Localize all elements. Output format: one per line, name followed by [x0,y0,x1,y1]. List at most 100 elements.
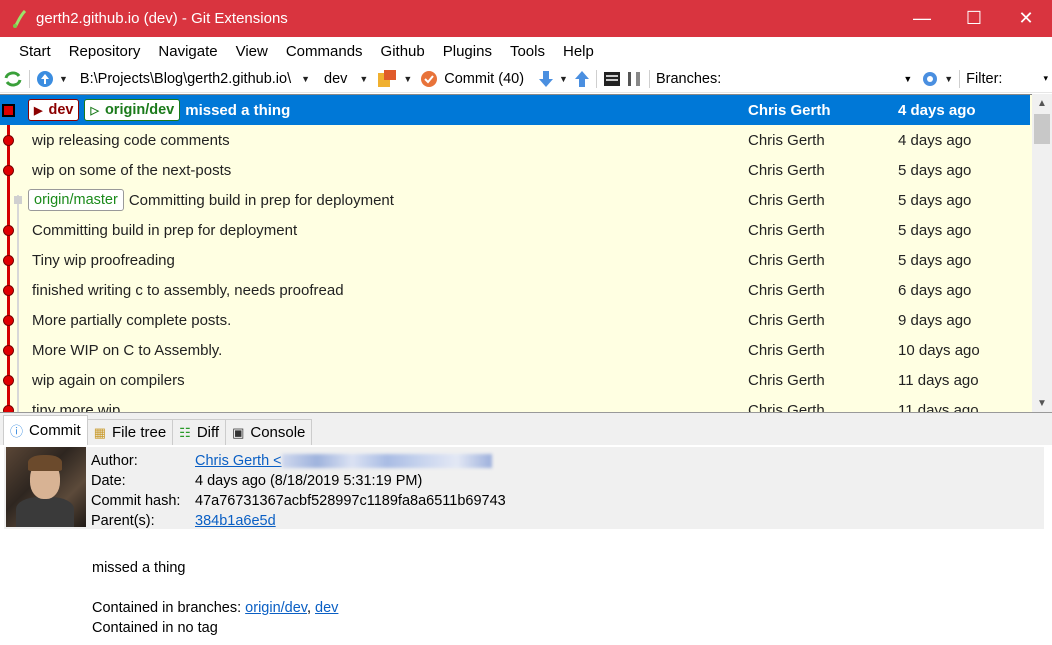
commit-message: Committing build in prep for deployment [32,221,298,239]
commit-author: Chris Gerth [748,341,825,359]
commit-details-panel: Author: Date: Commit hash: Parent(s): Ch… [0,445,1052,645]
tab-console[interactable]: ▣ Console [225,419,313,445]
branches-dropdown[interactable]: ▼ [727,68,914,89]
tab-file-tree[interactable]: ▦ File tree [86,419,174,445]
table-row[interactable]: Tiny wip proofreading Chris Gerth 5 days… [0,245,1030,275]
console-icon: ▣ [232,424,245,440]
scroll-thumb[interactable] [1034,114,1050,144]
commit-message: wip on some of the next-posts [32,161,232,179]
branch-dropdown-icon[interactable]: ▼ [359,74,368,84]
commit-date: 5 days ago [898,221,972,239]
parent-hash-link[interactable]: 384b1a6e5d [195,513,276,529]
menu-repository[interactable]: Repository [69,43,141,60]
commit-author: Chris Gerth [748,251,825,269]
table-row[interactable]: wip again on compilers Chris Gerth 11 da… [0,365,1030,395]
stash-dropdown-icon[interactable]: ▼ [403,74,412,84]
pull-icon[interactable] [36,70,54,88]
author-label: Author: [91,453,138,469]
contained-tags-text: Contained in no tag [92,620,218,636]
commit-node [3,165,14,176]
table-row[interactable]: wip on some of the next-posts Chris Gert… [0,155,1030,185]
pull-down-arrow-icon[interactable] [538,70,554,88]
commit-date: 5 days ago [898,251,972,269]
table-row[interactable]: Committing build in prep for deployment … [0,215,1030,245]
close-button[interactable]: ✕ [1000,0,1052,37]
commit-author: Chris Gerth [748,101,831,119]
table-row[interactable]: wip releasing code comments Chris Gerth … [0,125,1030,155]
commit-date: 10 days ago [898,341,980,359]
commit-author: Chris Gerth [748,161,825,179]
commit-head-marker [2,104,15,117]
contained-branches-label: Contained in branches: [92,600,242,616]
table-row[interactable]: origin/master Committing build in prep f… [0,185,1030,215]
fetch-dropdown-icon[interactable]: ▼ [559,74,568,84]
commit-date: 4 days ago [898,131,972,149]
menu-view[interactable]: View [236,43,268,60]
commit-message: Committing build in prep for deployment [128,191,394,209]
commit-date: 6 days ago [898,281,972,299]
menu-github[interactable]: Github [381,43,425,60]
commit-node [3,255,14,266]
filter-label: Filter: [966,70,1003,87]
date-label: Date: [91,473,126,489]
grid-scrollbar[interactable]: ▲ ▼ [1032,94,1052,412]
commit-date: 5 days ago [898,161,972,179]
branch-tag-origin-master[interactable]: origin/master [28,189,124,211]
maximize-button[interactable]: ☐ [948,0,1000,37]
repository-path-selector[interactable]: B:\Projects\Blog\gerth2.github.io\ [80,71,291,87]
minimize-button[interactable]: — [896,0,948,37]
menu-navigate[interactable]: Navigate [158,43,217,60]
branch-selector[interactable]: dev [324,71,347,87]
commit-node-master [14,196,22,204]
commit-author: Chris Gerth [748,131,825,149]
commit-node [3,375,14,386]
table-row[interactable]: tiny more wip Chris Gerth 11 days ago [0,395,1030,413]
branch-link-dev[interactable]: dev [315,600,338,616]
commit-button[interactable]: Commit (40) [444,71,524,87]
tab-commit[interactable]: ⓘ Commit [3,415,88,445]
hash-label: Commit hash: [91,493,181,509]
revision-grid[interactable]: ▶ dev ▷ origin/dev missed a thing Chris Ge… [0,94,1052,412]
table-row[interactable]: ▶ dev ▷ origin/dev missed a thing Chris Ge… [0,95,1030,125]
menu-commands[interactable]: Commands [286,43,363,60]
git-bash-icon[interactable] [603,71,621,87]
toolbar: ▼ B:\Projects\Blog\gerth2.github.io\ ▼ d… [0,65,1052,93]
head-arrow-icon: ▶ [34,104,43,117]
gear-dropdown-icon[interactable]: ▼ [944,74,953,84]
git-extensions-icon [13,9,27,28]
refresh-icon[interactable] [3,70,23,88]
stash-icon[interactable] [376,69,398,89]
toolbar-overflow-icon[interactable]: ▾ [1043,73,1048,84]
scroll-down-icon[interactable]: ▼ [1032,394,1052,412]
commit-icon[interactable] [420,70,438,88]
scroll-up-icon[interactable]: ▲ [1032,94,1052,112]
commit-date: 5 days ago [898,191,972,209]
menu-bar: Start Repository Navigate View Commands … [0,37,1052,65]
branch-tag-origin-dev[interactable]: ▷ origin/dev [84,99,181,121]
menu-tools[interactable]: Tools [510,43,545,60]
commit-author: Chris Gerth [748,401,825,413]
branch-tag-dev[interactable]: ▶ dev [28,99,80,121]
commit-node [3,285,14,296]
settings-tools-icon[interactable] [625,70,643,88]
push-icon[interactable] [574,70,590,88]
table-row[interactable]: finished writing c to assembly, needs pr… [0,275,1030,305]
window-title: gerth2.github.io (dev) - Git Extensions [36,10,288,27]
table-row[interactable]: More WIP on C to Assembly. Chris Gerth 1… [0,335,1030,365]
commit-message: wip again on compilers [32,371,185,389]
commit-date-value: 4 days ago (8/18/2019 5:31:19 PM) [195,473,423,489]
parents-label: Parent(s): [91,513,155,529]
commit-info-header: Author: Date: Commit hash: Parent(s): Ch… [4,447,1044,529]
tab-diff[interactable]: ☷ Diff [172,419,227,445]
author-link[interactable]: Chris Gerth < [195,453,282,469]
gear-icon[interactable] [921,70,939,88]
menu-help[interactable]: Help [563,43,594,60]
commit-node [3,135,14,146]
path-dropdown-icon[interactable]: ▼ [301,74,310,84]
table-row[interactable]: More partially complete posts. Chris Ger… [0,305,1030,335]
branch-link-origin-dev[interactable]: origin/dev [245,600,307,616]
menu-start[interactable]: Start [19,43,51,60]
commit-author: Chris Gerth [748,281,825,299]
pull-dropdown-icon[interactable]: ▼ [59,74,68,84]
menu-plugins[interactable]: Plugins [443,43,492,60]
